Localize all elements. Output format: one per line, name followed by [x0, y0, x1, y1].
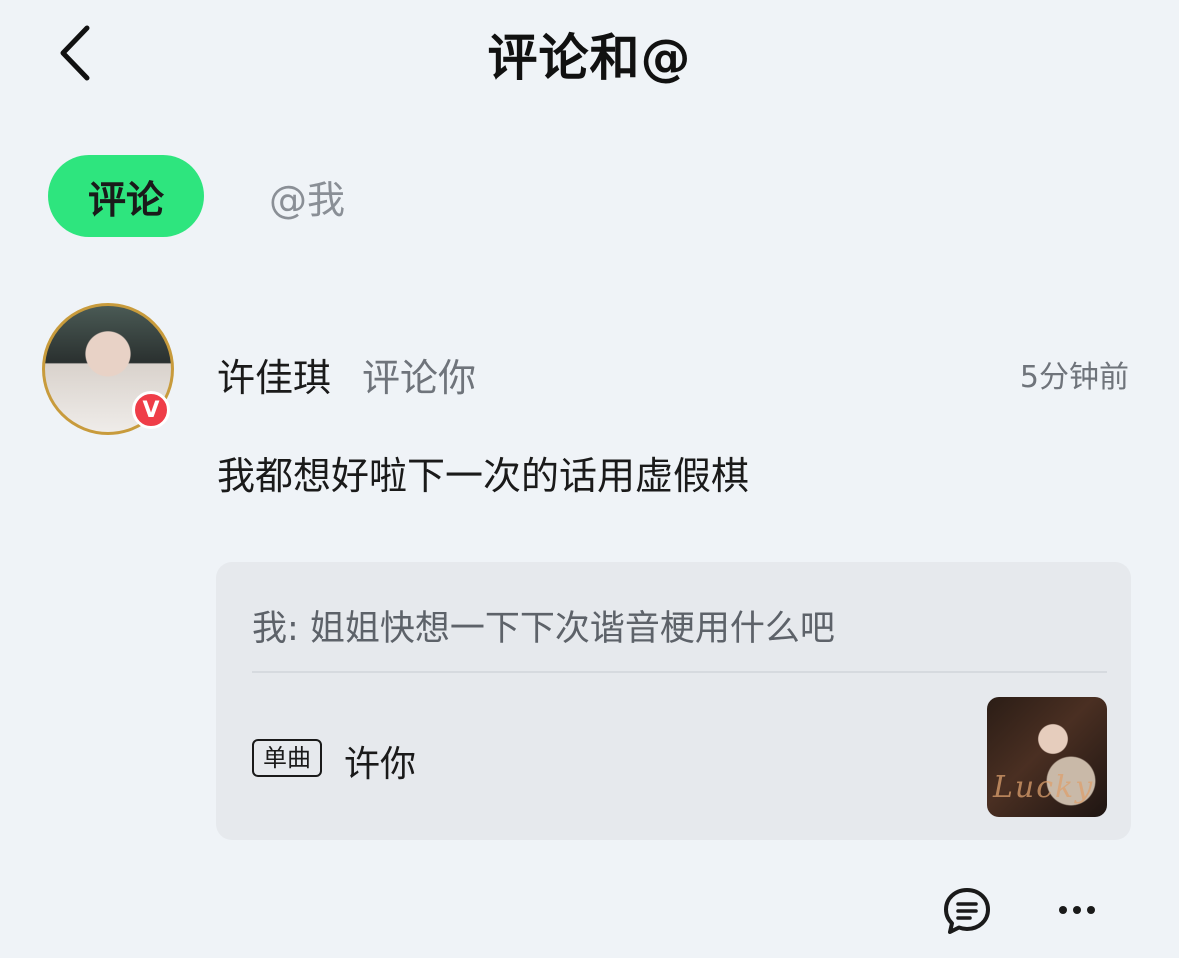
- user-name[interactable]: 许佳琪: [217, 347, 331, 402]
- song-tag: 单曲: [252, 739, 322, 777]
- more-dots-icon-dot: [1073, 906, 1081, 914]
- divider: [252, 671, 1107, 673]
- tab-comments[interactable]: 评论: [48, 155, 204, 237]
- song-cover-image[interactable]: Lucky: [987, 697, 1107, 817]
- verified-badge: V: [132, 391, 170, 429]
- quoted-comment-text: 我: 姐姐快想一下下次谐音梗用什么吧: [252, 609, 835, 649]
- action-text: 评论你: [362, 356, 477, 400]
- song-link[interactable]: 单曲 许你 Lucky: [252, 697, 1107, 817]
- reply-button[interactable]: [942, 886, 992, 936]
- more-dots-icon-dot: [1087, 906, 1095, 914]
- comment-text[interactable]: 我都想好啦下一次的话用虚假棋: [217, 445, 749, 500]
- timestamp: 5分钟前: [1019, 360, 1129, 395]
- avatar-container[interactable]: V: [42, 303, 174, 435]
- page-title: 评论和@: [487, 29, 692, 87]
- quoted-comment-card[interactable]: 我: 姐姐快想一下下次谐音梗用什么吧 单曲 许你 Lucky: [216, 562, 1131, 840]
- cover-art-script: Lucky: [993, 770, 1095, 805]
- comments-page: 评论和@ 评论 @我 V 许佳琪 评论你 5分钟前 我都想好啦下一次的话用虚假棋…: [0, 0, 1179, 958]
- comment-icon: [944, 888, 990, 934]
- more-options-button[interactable]: [1052, 890, 1102, 930]
- more-dots-icon: [1059, 906, 1067, 914]
- song-title: 许你: [344, 744, 417, 785]
- tab-mentions[interactable]: @我: [262, 155, 352, 237]
